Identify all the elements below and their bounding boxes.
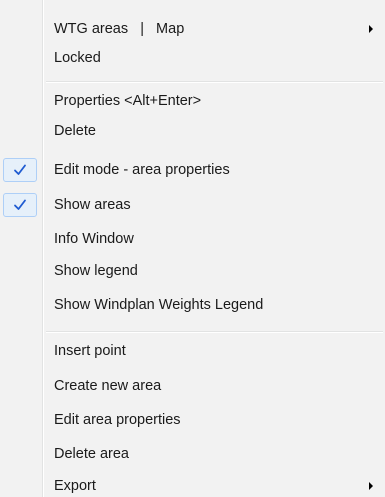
context-menu: WTG areas | Map Locked Properties <Alt+E… (0, 0, 385, 497)
checkmark-icon (14, 199, 26, 210)
submenu-arrow-icon (369, 25, 373, 33)
menu-item-delete-area[interactable]: Delete area (0, 441, 385, 467)
menu-item-show-windplan-weights-legend[interactable]: Show Windplan Weights Legend (0, 292, 385, 318)
checkmark-icon (14, 164, 26, 175)
menu-item-label: Show Windplan Weights Legend (54, 297, 264, 313)
menu-item-show-areas[interactable]: Show areas (0, 192, 385, 218)
menu-item-label: Delete (54, 123, 96, 139)
menu-item-label: WTG areas | Map (54, 21, 185, 37)
menu-item-show-legend[interactable]: Show legend (0, 258, 385, 284)
menu-item-label: Edit mode - area properties (54, 162, 230, 178)
menu-item-insert-point[interactable]: Insert point (0, 338, 385, 364)
menu-item-locked[interactable]: Locked (0, 45, 385, 71)
menu-item-label: Show areas (54, 197, 131, 213)
menu-separator (46, 81, 383, 82)
menu-item-wtg-areas-map[interactable]: WTG areas | Map (0, 16, 385, 42)
menu-item-create-new-area[interactable]: Create new area (0, 373, 385, 399)
menu-item-info-window[interactable]: Info Window (0, 226, 385, 252)
menu-item-label: Insert point (54, 343, 126, 359)
menu-item-label: Delete area (54, 446, 129, 462)
menu-item-delete[interactable]: Delete (0, 118, 385, 144)
menu-item-export[interactable]: Export (0, 473, 385, 497)
menu-item-label: Info Window (54, 231, 134, 247)
menu-item-edit-mode-area-properties[interactable]: Edit mode - area properties (0, 157, 385, 183)
menu-item-label: Export (54, 478, 96, 494)
menu-item-edit-area-properties[interactable]: Edit area properties (0, 407, 385, 433)
menu-item-label: Create new area (54, 378, 162, 394)
check-indicator (3, 158, 37, 182)
check-indicator (3, 193, 37, 217)
menu-item-label: Properties <Alt+Enter> (54, 93, 202, 109)
menu-item-properties[interactable]: Properties <Alt+Enter> (0, 88, 385, 114)
menu-item-label: Edit area properties (54, 412, 181, 428)
menu-item-label: Locked (54, 50, 101, 66)
menu-item-label: Show legend (54, 263, 138, 279)
submenu-arrow-icon (369, 482, 373, 490)
menu-separator (46, 331, 383, 332)
